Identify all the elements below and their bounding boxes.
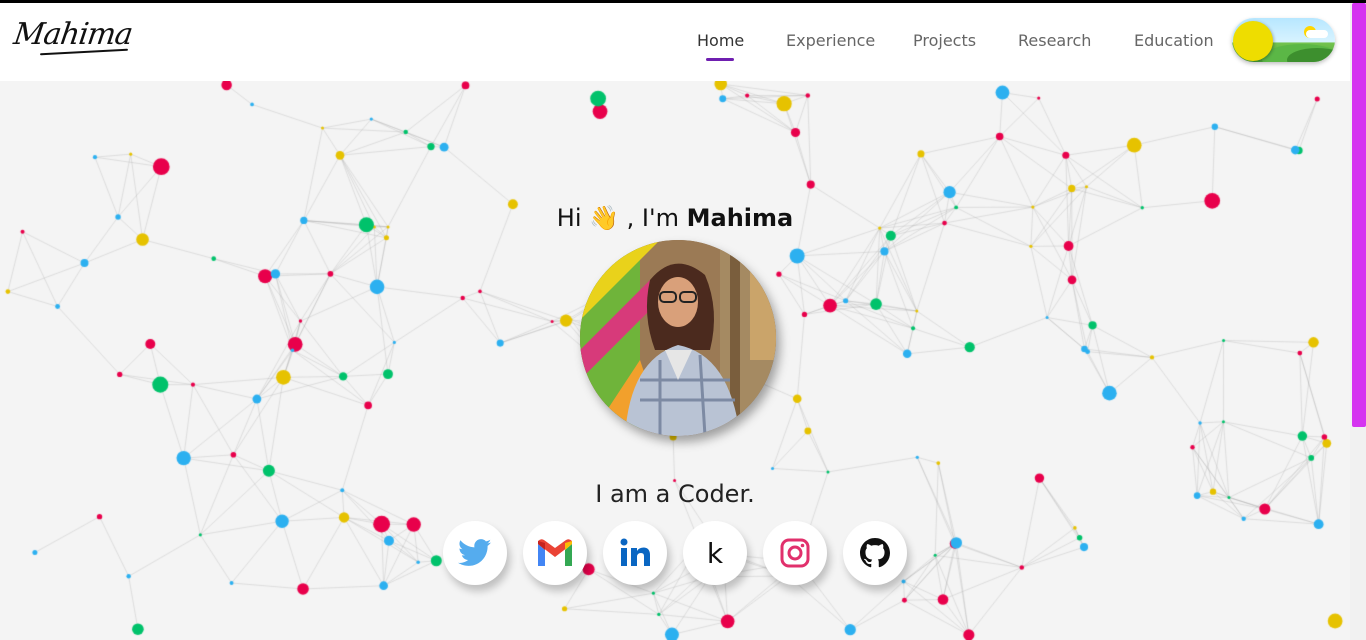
hero-name: Mahima <box>686 204 794 232</box>
linkedin-link[interactable] <box>603 521 667 585</box>
instagram-icon <box>780 538 810 568</box>
scrollbar-thumb[interactable] <box>1352 3 1366 427</box>
kaggle-icon: k <box>706 536 724 570</box>
nav-projects[interactable]: Projects <box>913 31 976 50</box>
greeting-middle: , I'm <box>626 204 679 232</box>
theme-toggle[interactable] <box>1232 18 1335 62</box>
github-link[interactable] <box>843 521 907 585</box>
gmail-link[interactable] <box>523 521 587 585</box>
profile-photo-illustration <box>580 240 776 436</box>
linkedin-icon <box>620 538 650 566</box>
profile-photo <box>580 240 776 436</box>
instagram-link[interactable] <box>763 521 827 585</box>
greeting-prefix: Hi <box>556 204 582 232</box>
waving-hand-icon: 👋 <box>589 204 620 232</box>
github-icon <box>860 538 890 568</box>
nav-experience[interactable]: Experience <box>786 31 875 50</box>
kaggle-link[interactable]: k <box>683 521 747 585</box>
navbar: Mahima Home Experience Projects Research… <box>0 3 1350 81</box>
twitter-link[interactable] <box>443 521 507 585</box>
scrollbar[interactable] <box>1350 3 1366 640</box>
hero-greeting: Hi 👋 , I'm Mahima <box>0 204 1350 232</box>
twitter-icon <box>458 539 492 566</box>
toggle-knob[interactable] <box>1233 21 1273 61</box>
nav-research[interactable]: Research <box>1018 31 1091 50</box>
nav-home[interactable]: Home <box>697 31 744 50</box>
cloud-icon <box>1306 30 1328 38</box>
nav-education[interactable]: Education <box>1134 31 1214 50</box>
gmail-icon <box>538 539 572 566</box>
nav-active-indicator <box>706 58 734 61</box>
logo[interactable]: Mahima <box>12 17 135 52</box>
hero-tagline: I am a Coder. <box>595 480 755 508</box>
